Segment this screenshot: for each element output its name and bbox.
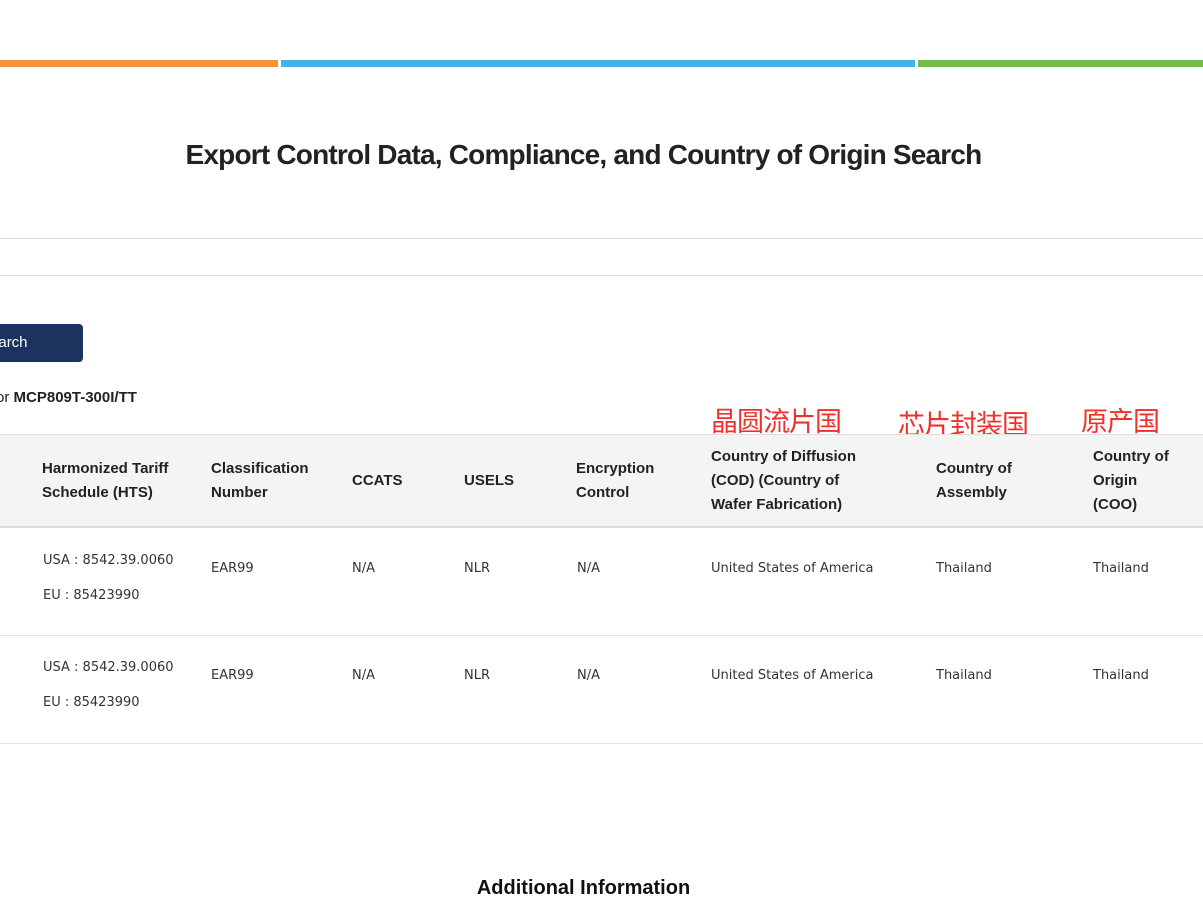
search-button[interactable]: Search bbox=[0, 324, 83, 362]
cell-encryption: N/A bbox=[577, 561, 600, 576]
row-divider bbox=[0, 743, 1203, 744]
page-title: Export Control Data, Compliance, and Cou… bbox=[185, 139, 983, 170]
cell-assembly: Thailand bbox=[936, 561, 992, 576]
cell-hts-usa: USA : 8542.39.0060 bbox=[43, 553, 174, 568]
cell-usels: NLR bbox=[464, 561, 490, 576]
header-encryption[interactable]: Encryption Control bbox=[576, 457, 654, 505]
header-coo[interactable]: Country of Origin (COO) bbox=[1093, 445, 1169, 517]
header-hts[interactable]: Harmonized Tariff Schedule (HTS) bbox=[42, 457, 168, 505]
cell-ccats: N/A bbox=[352, 561, 375, 576]
cell-coo: Thailand bbox=[1093, 561, 1149, 576]
accent-bar-blue bbox=[281, 60, 915, 67]
results-prefix: or bbox=[0, 389, 10, 406]
part-number: MCP809T-300I/TT bbox=[13, 389, 137, 406]
divider bbox=[0, 238, 1203, 239]
accent-bar-green bbox=[918, 60, 1203, 67]
accent-bar-orange bbox=[0, 60, 278, 67]
cell-usels: NLR bbox=[464, 668, 490, 683]
cell-coo: Thailand bbox=[1093, 668, 1149, 683]
cell-cod: United States of America bbox=[711, 668, 874, 683]
header-assembly[interactable]: Country of Assembly bbox=[936, 457, 1012, 505]
additional-info-title: Additional Information bbox=[476, 877, 691, 899]
header-usels[interactable]: USELS bbox=[464, 469, 514, 493]
cell-ccats: N/A bbox=[352, 668, 375, 683]
results-for-label: or MCP809T-300I/TT bbox=[0, 389, 137, 406]
cell-hts-eu: EU : 85423990 bbox=[43, 695, 140, 710]
header-classification[interactable]: Classification Number bbox=[211, 457, 309, 505]
divider bbox=[0, 275, 1203, 276]
row-divider bbox=[0, 635, 1203, 636]
cell-hts-eu: EU : 85423990 bbox=[43, 588, 140, 603]
header-cod[interactable]: Country of Diffusion (COD) (Country of W… bbox=[711, 445, 856, 517]
header-ccats[interactable]: CCATS bbox=[352, 469, 403, 493]
cell-classification: EAR99 bbox=[211, 561, 254, 576]
cell-encryption: N/A bbox=[577, 668, 600, 683]
table-header: Harmonized Tariff Schedule (HTS) Classif… bbox=[0, 434, 1203, 528]
cell-assembly: Thailand bbox=[936, 668, 992, 683]
cell-hts-usa: USA : 8542.39.0060 bbox=[43, 660, 174, 675]
cell-cod: United States of America bbox=[711, 561, 874, 576]
cell-classification: EAR99 bbox=[211, 668, 254, 683]
